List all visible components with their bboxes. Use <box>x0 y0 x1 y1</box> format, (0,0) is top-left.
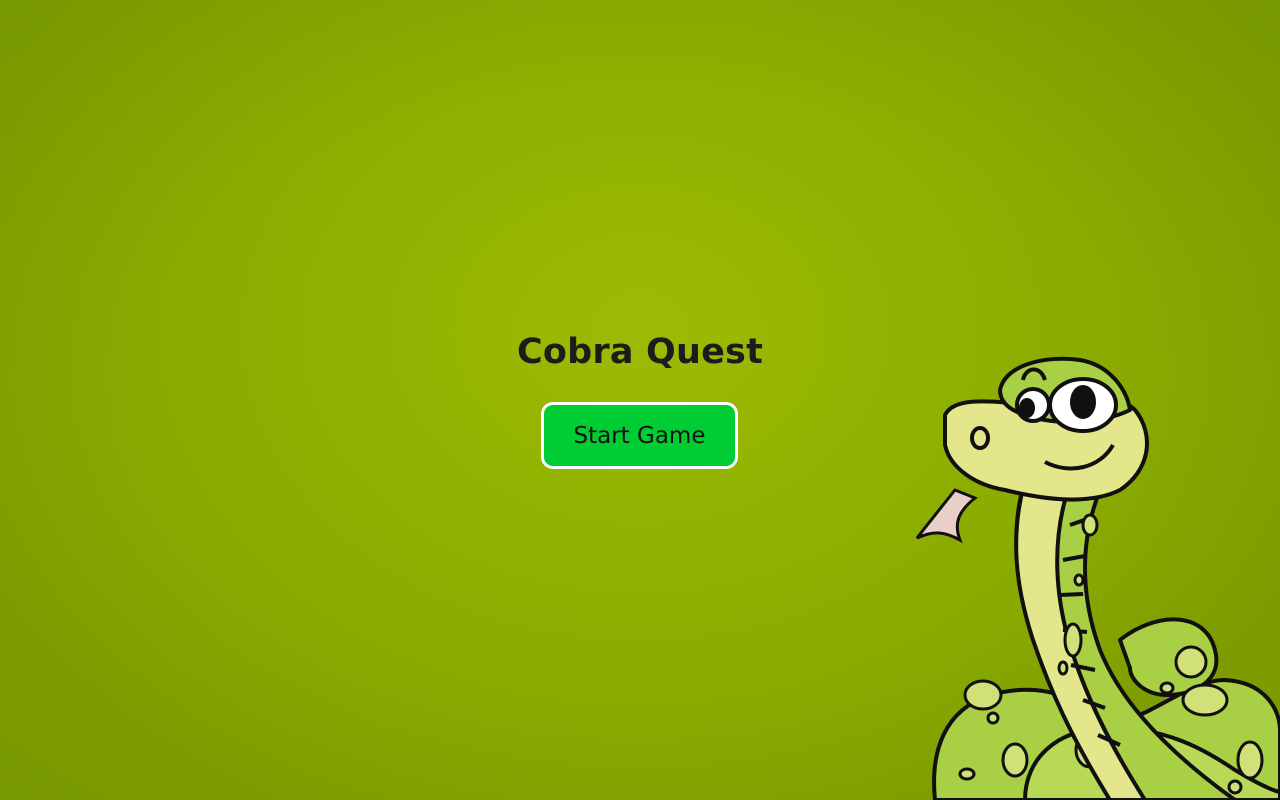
snake-tongue <box>915 488 978 544</box>
start-game-button[interactable]: Start Game <box>541 402 738 469</box>
cartoon-snake-icon <box>915 356 1280 800</box>
